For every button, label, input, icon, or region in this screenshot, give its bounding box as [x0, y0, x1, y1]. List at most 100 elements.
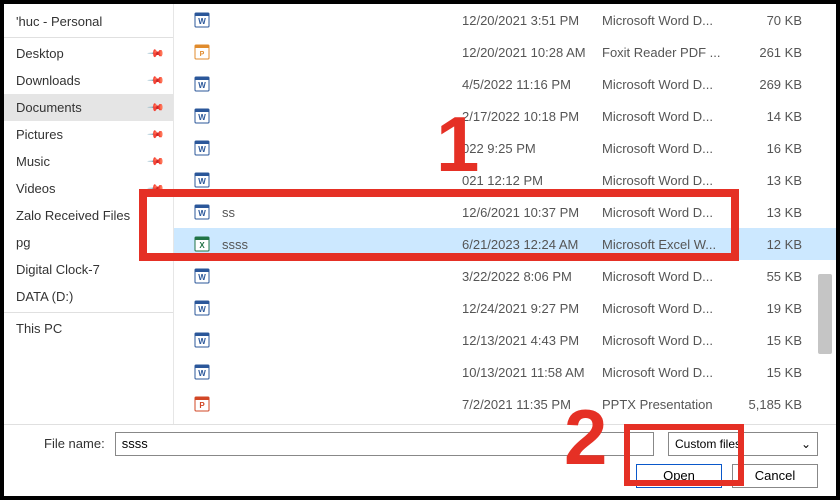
- file-row[interactable]: W10/13/2021 11:58 AMMicrosoft Word D...1…: [174, 356, 836, 388]
- svg-text:W: W: [198, 113, 206, 122]
- svg-text:W: W: [198, 369, 206, 378]
- file-type: Microsoft Word D...: [602, 301, 742, 316]
- svg-text:P: P: [199, 401, 205, 410]
- sidebar-item[interactable]: 'huc - Personal: [4, 8, 173, 35]
- word-file-icon: W: [194, 364, 210, 380]
- svg-text:X: X: [199, 241, 205, 250]
- file-name: ss: [222, 205, 462, 220]
- sidebar-item-label: Pictures: [16, 127, 63, 142]
- file-date: 021 12:12 PM: [462, 173, 602, 188]
- file-size: 15 KB: [742, 365, 802, 380]
- sidebar-item[interactable]: Music 📌: [4, 148, 173, 175]
- file-size: 55 KB: [742, 269, 802, 284]
- word-file-icon: W: [194, 172, 210, 188]
- file-type: Foxit Reader PDF ...: [602, 45, 742, 60]
- file-list: W12/20/2021 3:51 PMMicrosoft Word D...70…: [174, 4, 836, 424]
- pin-icon: 📌: [147, 125, 166, 144]
- sidebar-item[interactable]: Zalo Received Files: [4, 202, 173, 229]
- file-date: 12/13/2021 4:43 PM: [462, 333, 602, 348]
- svg-text:W: W: [198, 273, 206, 282]
- cancel-button[interactable]: Cancel: [732, 464, 818, 488]
- file-row[interactable]: W021 12:12 PMMicrosoft Word D...13 KB: [174, 164, 836, 196]
- file-size: 19 KB: [742, 301, 802, 316]
- svg-text:W: W: [198, 17, 206, 26]
- sidebar-item[interactable]: Digital Clock-7: [4, 256, 173, 283]
- file-type: Microsoft Word D...: [602, 77, 742, 92]
- sidebar-item[interactable]: Desktop 📌: [4, 40, 173, 67]
- file-size: 269 KB: [742, 77, 802, 92]
- vertical-scrollbar-thumb[interactable]: [818, 274, 832, 354]
- file-date: 022 9:25 PM: [462, 141, 602, 156]
- file-type: Microsoft Word D...: [602, 173, 742, 188]
- sidebar-item[interactable]: DATA (D:): [4, 283, 173, 310]
- file-row[interactable]: W2/17/2022 10:18 PMMicrosoft Word D...14…: [174, 100, 836, 132]
- svg-text:W: W: [198, 305, 206, 314]
- word-file-icon: W: [194, 204, 210, 220]
- file-size: 261 KB: [742, 45, 802, 60]
- sidebar-item[interactable]: Downloads 📌: [4, 67, 173, 94]
- file-size: 13 KB: [742, 205, 802, 220]
- chevron-down-icon: ⌄: [801, 437, 811, 451]
- file-name: ssss: [222, 237, 462, 252]
- file-row[interactable]: W3/22/2022 8:06 PMMicrosoft Word D...55 …: [174, 260, 836, 292]
- file-type: Microsoft Word D...: [602, 269, 742, 284]
- sidebar-item-label: Desktop: [16, 46, 64, 61]
- svg-text:W: W: [198, 145, 206, 154]
- svg-text:W: W: [198, 209, 206, 218]
- word-file-icon: W: [194, 108, 210, 124]
- sidebar-item[interactable]: Pictures 📌: [4, 121, 173, 148]
- filetype-filter-dropdown[interactable]: Custom files ⌄: [668, 432, 818, 456]
- file-type: Microsoft Word D...: [602, 365, 742, 380]
- pptx-file-icon: P: [194, 396, 210, 412]
- file-row[interactable]: Xssss6/21/2023 12:24 AMMicrosoft Excel W…: [174, 228, 836, 260]
- sidebar-item[interactable]: Documents 📌: [4, 94, 173, 121]
- sidebar-item-label: Downloads: [16, 73, 80, 88]
- file-row[interactable]: W 022 9:25 PMMicrosoft Word D...16 KB: [174, 132, 836, 164]
- file-row[interactable]: W 12/24/2021 9:27 PMMicrosoft Word D...19…: [174, 292, 836, 324]
- svg-text:W: W: [198, 177, 206, 186]
- file-row[interactable]: W 12/13/2021 4:43 PMMicrosoft Word D...15…: [174, 324, 836, 356]
- file-row[interactable]: Wss12/6/2021 10:37 PMMicrosoft Word D...…: [174, 196, 836, 228]
- filetype-filter-label: Custom files: [675, 437, 741, 451]
- sidebar-item[interactable]: pg: [4, 229, 173, 256]
- svg-text:P: P: [200, 51, 205, 58]
- file-row[interactable]: W12/20/2021 3:51 PMMicrosoft Word D...70…: [174, 4, 836, 36]
- sidebar-item-label: Digital Clock-7: [16, 262, 100, 277]
- dialog-bottom-bar: File name: Custom files ⌄ Open Cancel: [4, 424, 836, 496]
- file-row[interactable]: P 7/2/2021 11:35 PMPPTX Presentation5,185…: [174, 388, 836, 420]
- file-size: 15 KB: [742, 333, 802, 348]
- sidebar-item-label: Zalo Received Files: [16, 208, 130, 223]
- file-row[interactable]: W4/5/2022 11:16 PMMicrosoft Word D...269…: [174, 68, 836, 100]
- pin-icon: 📌: [147, 44, 166, 63]
- file-date: 12/20/2021 10:28 AM: [462, 45, 602, 60]
- sidebar-item-label: Documents: [16, 100, 82, 115]
- sidebar-item-label: Videos: [16, 181, 56, 196]
- excel-file-icon: X: [194, 236, 210, 252]
- file-size: 5,185 KB: [742, 397, 802, 412]
- sidebar-item-label: Music: [16, 154, 50, 169]
- file-row[interactable]: P 12/20/2021 10:28 AMFoxit Reader PDF ...…: [174, 36, 836, 68]
- svg-text:W: W: [198, 337, 206, 346]
- file-type: Microsoft Word D...: [602, 333, 742, 348]
- file-size: 14 KB: [742, 109, 802, 124]
- file-type: PPTX Presentation: [602, 397, 742, 412]
- filename-label: File name:: [44, 436, 105, 451]
- pin-icon: 📌: [147, 71, 166, 90]
- file-size: 70 KB: [742, 13, 802, 28]
- file-date: 6/21/2023 12:24 AM: [462, 237, 602, 252]
- word-file-icon: W: [194, 268, 210, 284]
- sidebar-item-label: DATA (D:): [16, 289, 73, 304]
- file-size: 12 KB: [742, 237, 802, 252]
- pin-icon: 📌: [147, 98, 166, 117]
- file-type: Microsoft Word D...: [602, 141, 742, 156]
- sidebar-item[interactable]: Videos📌: [4, 175, 173, 202]
- pin-icon: 📌: [147, 152, 166, 171]
- file-type: Microsoft Word D...: [602, 205, 742, 220]
- open-button[interactable]: Open: [636, 464, 722, 488]
- file-date: 12/24/2021 9:27 PM: [462, 301, 602, 316]
- filename-input[interactable]: [115, 432, 654, 456]
- file-size: 16 KB: [742, 141, 802, 156]
- sidebar-item[interactable]: This PC: [4, 315, 173, 342]
- sidebar-item-label: pg: [16, 235, 30, 250]
- file-date: 7/2/2021 11:35 PM: [462, 397, 602, 412]
